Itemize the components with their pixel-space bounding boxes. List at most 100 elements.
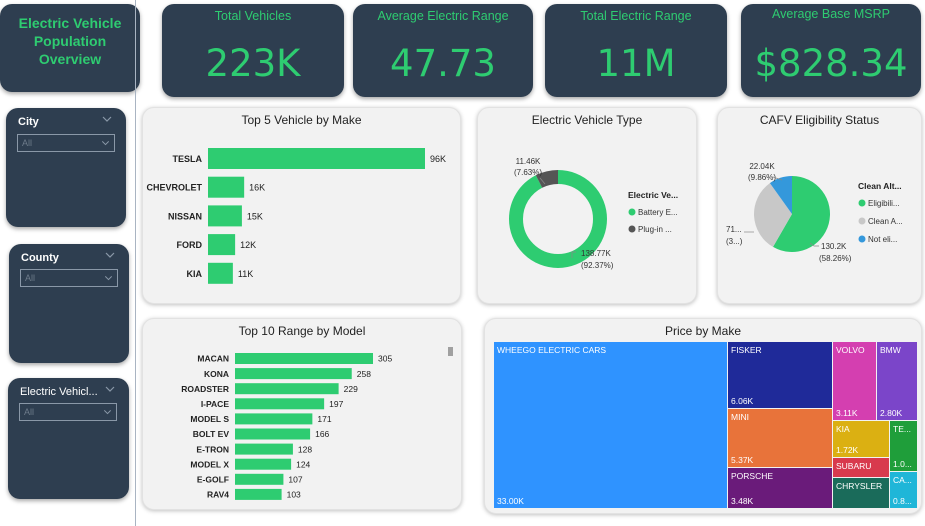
bar-data-label: 229 bbox=[344, 384, 358, 394]
legend-marker bbox=[628, 208, 636, 216]
slice-data-label: 22.04K bbox=[749, 162, 775, 171]
legend-marker bbox=[858, 217, 866, 225]
bar bbox=[208, 262, 233, 284]
treemap-tile-value: 1.0... bbox=[893, 459, 912, 469]
chart-card-price-by-make: Price by Make WHEEGO ELECTRIC CARS 33.00K… bbox=[484, 318, 922, 514]
slicer-city[interactable]: City All bbox=[6, 108, 126, 227]
kpi-average-base-msrp: Average Base MSRP $828.34 bbox=[741, 4, 921, 97]
bar-category-label: E-TRON bbox=[196, 444, 229, 454]
bar bbox=[235, 368, 352, 380]
kpi-label: Average Electric Range bbox=[377, 9, 509, 23]
panel-divider bbox=[135, 0, 136, 526]
bar-data-label: 124 bbox=[296, 459, 310, 469]
bar-data-label: 16K bbox=[249, 183, 265, 193]
dropdown-value: All bbox=[25, 273, 36, 283]
legend-marker bbox=[628, 225, 636, 233]
treemap-tile-value: 5.37K bbox=[731, 455, 754, 465]
bar-category-label: TESLA bbox=[172, 154, 202, 164]
treemap-tile-value: 6.06K bbox=[731, 396, 754, 406]
scrollbar-thumb[interactable] bbox=[448, 347, 453, 356]
bar bbox=[208, 234, 236, 256]
slice-data-label: (3...) bbox=[726, 237, 743, 246]
dashboard-title-card: Electric Vehicle Population Overview bbox=[0, 4, 140, 92]
slice-data-label: (92.37%) bbox=[581, 261, 614, 270]
county-dropdown[interactable]: All bbox=[20, 269, 118, 287]
kpi-value: 47.73 bbox=[390, 42, 496, 85]
bar-category-label: MODEL X bbox=[190, 459, 229, 469]
bar bbox=[208, 176, 245, 198]
kpi-label: Total Electric Range bbox=[580, 9, 692, 23]
dropdown-value: All bbox=[24, 407, 35, 417]
slicer-title: County bbox=[21, 252, 59, 264]
chart-card-ev-type: Electric Vehicle Type 11.46K (7.63%) 138.7… bbox=[477, 107, 697, 304]
slice-data-label: 138.77K bbox=[581, 249, 611, 258]
electric-vehicle-type-dropdown[interactable]: All bbox=[19, 403, 117, 421]
legend-marker bbox=[858, 199, 866, 207]
city-dropdown[interactable]: All bbox=[17, 134, 115, 152]
bar bbox=[235, 398, 325, 410]
legend-title: Electric Ve... bbox=[628, 190, 678, 200]
bar-category-label: I-PACE bbox=[201, 399, 230, 409]
ev-type-donut-chart: 11.46K (7.63%) 138.77K (92.37%) Electric Ve.… bbox=[509, 157, 678, 270]
kpi-label: Total Vehicles bbox=[214, 9, 292, 23]
bar-category-label: FORD bbox=[177, 240, 203, 250]
bar bbox=[235, 488, 282, 500]
bar-data-label: 96K bbox=[430, 154, 446, 164]
slice-data-label: 71... bbox=[726, 225, 742, 234]
slicer-electric-vehicle-type[interactable]: Electric Vehicl... All bbox=[8, 378, 129, 499]
bar-data-label: 197 bbox=[329, 399, 343, 409]
kpi-average-electric-range: Average Electric Range 47.73 bbox=[353, 4, 533, 97]
bar bbox=[235, 473, 284, 485]
chevron-down-icon[interactable] bbox=[102, 114, 112, 124]
treemap-tile-label: CA... bbox=[893, 475, 912, 485]
slice-data-label: (9.86%) bbox=[748, 173, 776, 182]
bar-category-label: MACAN bbox=[197, 354, 229, 364]
slice-data-label: (7.63%) bbox=[514, 168, 542, 177]
bar-data-label: 12K bbox=[240, 240, 256, 250]
bar-data-label: 166 bbox=[315, 429, 329, 439]
legend-label: Clean A... bbox=[868, 217, 903, 226]
treemap-tile-label: SUBARU bbox=[836, 461, 871, 471]
bar-category-label: MODEL S bbox=[190, 414, 229, 424]
chevron-down-icon[interactable] bbox=[105, 250, 115, 260]
treemap-tile-label: MINI bbox=[731, 412, 749, 422]
bar-data-label: 171 bbox=[317, 414, 331, 424]
treemap-tile-label: KIA bbox=[836, 424, 850, 434]
legend-title: Clean Alt... bbox=[858, 181, 902, 191]
bar bbox=[208, 148, 425, 169]
kpi-label: Average Base MSRP bbox=[772, 7, 890, 21]
dropdown-value: All bbox=[22, 138, 33, 148]
chevron-down-icon bbox=[101, 141, 110, 146]
treemap-tile-label: TE... bbox=[893, 424, 911, 434]
treemap-tile bbox=[494, 342, 727, 508]
legend-label: Battery E... bbox=[638, 208, 678, 217]
bar-category-label: CHEVROLET bbox=[146, 183, 202, 193]
treemap-tile-label: PORSCHE bbox=[731, 471, 773, 481]
slice-data-label: (58.26%) bbox=[819, 254, 852, 263]
treemap-tile-label: WHEEGO ELECTRIC CARS bbox=[497, 345, 606, 355]
top10-range-bar-chart: MACAN 305 KONA 258 ROADSTER 229 I-PACE 197 MODEL… bbox=[181, 353, 392, 500]
slicer-county[interactable]: County All bbox=[9, 244, 129, 363]
bar-data-label: 15K bbox=[247, 211, 263, 221]
kpi-value: $828.34 bbox=[754, 42, 908, 85]
bar bbox=[235, 413, 313, 425]
bar-category-label: ROADSTER bbox=[181, 384, 229, 394]
chevron-down-icon[interactable] bbox=[105, 384, 115, 394]
bar-data-label: 107 bbox=[288, 475, 302, 485]
bar-data-label: 103 bbox=[287, 490, 301, 500]
bar bbox=[235, 428, 311, 440]
treemap-tile-value: 3.11K bbox=[836, 408, 858, 418]
bar-category-label: NISSAN bbox=[168, 211, 202, 221]
bar-category-label: KONA bbox=[204, 369, 229, 379]
chart-card-cafv: CAFV Eligibility Status 22.04K (9.86%) 71.… bbox=[717, 107, 922, 304]
chart-card-top5-make: Top 5 Vehicle by Make TESLA 96K CHEVROLET 1… bbox=[142, 107, 461, 304]
bar bbox=[235, 443, 293, 455]
bar bbox=[235, 353, 373, 364]
slicer-title: Electric Vehicl... bbox=[20, 386, 98, 398]
bar-data-label: 128 bbox=[298, 444, 312, 454]
bar-category-label: KIA bbox=[187, 269, 203, 279]
kpi-value: 223K bbox=[205, 42, 301, 85]
treemap-tile-value: 33.00K bbox=[497, 496, 524, 506]
chart-card-top10-range: Top 10 Range by Model MACAN 305 KONA 258 ROA… bbox=[142, 318, 462, 510]
bar bbox=[208, 205, 242, 227]
